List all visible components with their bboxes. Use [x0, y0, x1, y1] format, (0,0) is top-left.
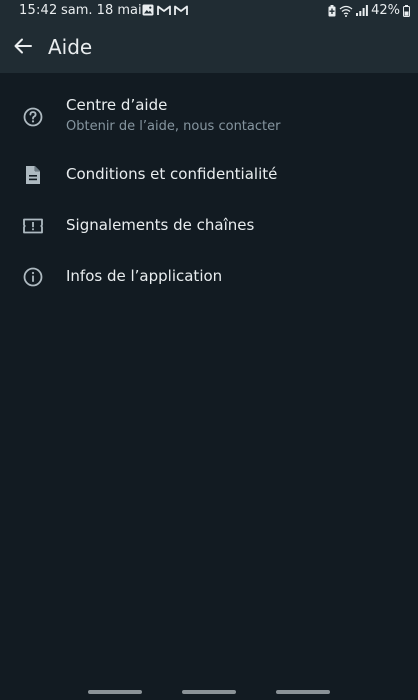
info-icon — [21, 265, 45, 289]
nav-bar-handle[interactable] — [88, 690, 142, 694]
status-system-icons: 42% — [328, 3, 410, 18]
signal-icon — [356, 5, 368, 16]
header: 15:42 sam. 18 mai 42% Aide — [0, 0, 418, 73]
app-bar: Aide — [0, 22, 418, 73]
status-date: sam. 18 mai — [61, 3, 142, 18]
menu-item-app-info[interactable]: Infos de l’application — [0, 255, 418, 299]
help-circle-icon — [21, 105, 45, 129]
notification-icons — [142, 4, 188, 16]
report-icon — [21, 214, 45, 238]
back-button[interactable] — [10, 35, 36, 61]
page-title: Aide — [48, 35, 93, 59]
arrow-left-icon — [14, 38, 32, 58]
menu-item-help-center[interactable]: Centre d’aide Obtenir de l’aide, nous co… — [0, 86, 418, 144]
wifi-icon — [339, 5, 353, 17]
menu-item-channel-reports[interactable]: Signalements de chaînes — [0, 204, 418, 248]
battery-saver-icon — [328, 4, 336, 17]
menu-item-title: Centre d’aide — [66, 96, 168, 114]
nav-bar-handle[interactable] — [182, 690, 236, 694]
nav-bar-handle[interactable] — [276, 690, 330, 694]
gallery-icon — [142, 4, 154, 16]
document-icon — [21, 163, 45, 187]
menu-item-title: Infos de l’application — [66, 267, 223, 285]
gmail-icon — [174, 5, 188, 16]
battery-percent: 42% — [371, 3, 400, 18]
status-time: 15:42 — [19, 3, 58, 18]
menu-item-subtitle: Obtenir de l’aide, nous contacter — [66, 119, 281, 134]
gmail-icon — [157, 5, 171, 16]
help-screen: 15:42 sam. 18 mai 42% Aide Centre d’aide… — [0, 0, 418, 700]
menu-item-title: Signalements de chaînes — [66, 216, 255, 234]
battery-icon — [403, 4, 410, 17]
menu-item-terms-privacy[interactable]: Conditions et confidentialité — [0, 153, 418, 197]
status-bar: 15:42 sam. 18 mai 42% — [0, 0, 418, 22]
menu-item-title: Conditions et confidentialité — [66, 165, 278, 183]
